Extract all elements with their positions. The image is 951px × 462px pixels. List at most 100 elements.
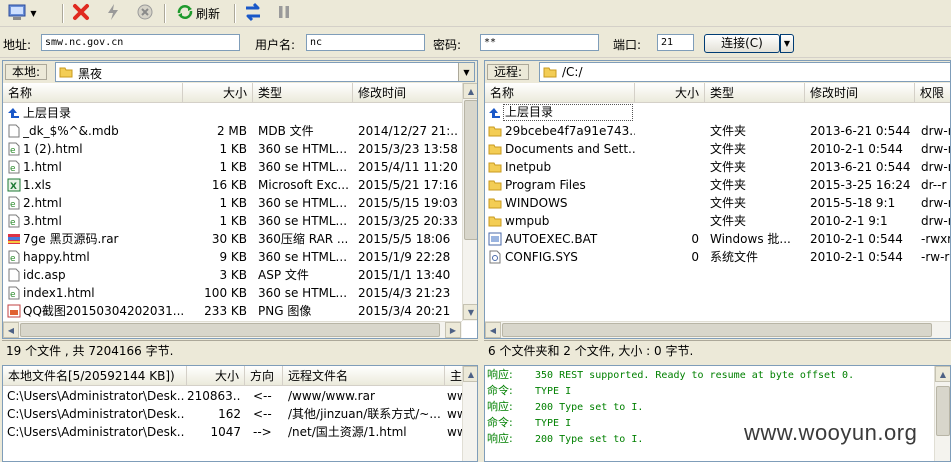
password-input[interactable]: ** <box>480 34 599 51</box>
remote-col-perm[interactable]: 权限 <box>915 83 950 103</box>
quick-connect-button[interactable] <box>102 3 124 24</box>
html-file-icon: e <box>7 250 21 264</box>
remote-path-combo[interactable]: /C:/ <box>539 62 950 82</box>
log-kind: 响应: <box>487 432 513 445</box>
port-input[interactable]: 21 <box>657 34 694 51</box>
table-row[interactable]: e index1.html 100 KB 360 se HTML... 2015/4/3… <box>3 284 462 302</box>
site-manager-button[interactable]: ▼ <box>4 3 40 24</box>
scroll-left-icon[interactable]: ◀ <box>3 322 19 338</box>
local-parent-dir-row[interactable]: 上层目录 <box>3 104 462 122</box>
chevron-down-icon: ▼ <box>30 9 37 18</box>
scroll-up-icon[interactable]: ▲ <box>463 366 477 382</box>
table-row[interactable]: C:\Users\Administrator\Desk... 162 <-- /其他/… <box>3 405 462 423</box>
refresh-button[interactable]: 刷新 <box>172 3 224 24</box>
scroll-thumb[interactable] <box>936 386 950 436</box>
address-input[interactable]: smw.nc.gov.cn <box>41 34 240 51</box>
file-name: 7ge 黑页源码.rar <box>23 232 119 246</box>
file-name: _dk_$%^&.mdb <box>23 124 119 138</box>
bat-file-icon <box>488 232 502 246</box>
file-size <box>635 176 699 194</box>
remote-col-size[interactable]: 大小 <box>635 83 705 103</box>
scroll-left-icon[interactable]: ◀ <box>485 322 501 338</box>
connect-dropdown-button[interactable]: ▼ <box>780 34 794 53</box>
local-col-name[interactable]: 名称 <box>3 83 183 103</box>
table-row[interactable]: C:\Users\Administrator\Desk... 1047 --> /ne… <box>3 423 462 441</box>
html-file-icon: e <box>7 160 21 174</box>
table-row[interactable]: QQ截图20150304202031... 233 KB PNG 图像 2015/3/… <box>3 302 462 320</box>
queue-vscrollbar[interactable]: ▲ <box>462 366 477 461</box>
local-vscrollbar[interactable]: ▲ ▼ <box>462 83 477 321</box>
file-type: 360 se HTML... <box>258 196 348 210</box>
file-size: 2 MB <box>216 124 247 138</box>
table-row[interactable]: Inetpub 文件夹 2013-6-21 0:544 drw-r <box>485 158 950 176</box>
local-col-type[interactable]: 类型 <box>253 83 353 103</box>
table-row[interactable]: 29bcebe4f7a91e743... 文件夹 2013-6-21 0:544 dr… <box>485 122 951 140</box>
local-hscrollbar[interactable]: ◀ ▶ <box>3 321 462 338</box>
table-row[interactable]: CONFIG.SYS 0 系统文件 2010-2-1 0:544 -rw-r <box>485 248 950 266</box>
table-row[interactable]: AUTOEXEC.BAT 0 Windows 批... 2010-2-1 0:544 -… <box>485 230 950 248</box>
table-row[interactable]: e happy.html 9 KB 360 se HTML... 2015/1/9 22… <box>3 248 462 266</box>
scroll-up-icon[interactable]: ▲ <box>463 83 477 99</box>
scroll-right-icon[interactable]: ▶ <box>445 322 461 338</box>
disconnect-button[interactable] <box>70 3 92 24</box>
log-kind: 响应: <box>487 368 513 381</box>
queue-col-local[interactable]: 本地文件名[5/20592144 KB]) <box>3 366 187 386</box>
cancel-button[interactable] <box>134 3 156 24</box>
table-row[interactable]: 7ge 黑页源码.rar 30 KB 360压缩 RAR ... 2015/5/5 1… <box>3 230 462 248</box>
transfer-button[interactable] <box>241 2 265 24</box>
table-row[interactable]: _dk_$%^&.mdb 2 MB MDB 文件 2014/12/27 21:.. <box>3 122 462 140</box>
remote-panel: 远程: /C:/ 名称 大小 类型 修改时间 权限 上层目录 29bcebe4f7… <box>484 60 951 339</box>
file-mtime: 2015/5/5 18:06 <box>358 232 451 246</box>
user-input[interactable]: nc <box>306 34 425 51</box>
file-size: 1 KB <box>219 214 247 228</box>
log-message: 350 REST supported. Ready to resume at b… <box>535 370 855 381</box>
log-line: 命令: TYPE I <box>487 383 932 399</box>
queue-col-remote[interactable]: 远程文件名 <box>283 366 445 386</box>
queue-col-extra[interactable]: 主 <box>445 366 463 386</box>
table-row[interactable]: C:\Users\Administrator\Desk... 210863... <… <box>3 387 462 405</box>
table-row[interactable]: e 1 (2).html 1 KB 360 se HTML... 2015/3/23 1… <box>3 140 462 158</box>
table-row[interactable]: X 1.xls 16 KB Microsoft Exc... 2015/5/21 17:… <box>3 176 462 194</box>
scroll-thumb[interactable] <box>502 323 932 337</box>
svg-text:e: e <box>10 146 16 156</box>
pause-icon <box>276 4 292 23</box>
table-row[interactable]: WINDOWS 文件夹 2015-5-18 9:1 drw-r <box>485 194 950 212</box>
pause-button[interactable] <box>273 3 295 24</box>
file-mtime: 2013-6-21 0:544 <box>810 124 911 138</box>
local-path-combo[interactable]: 黑夜 ▼ <box>55 62 475 82</box>
log-vscrollbar[interactable]: ▲ <box>934 366 950 461</box>
scroll-down-icon[interactable]: ▼ <box>463 304 477 320</box>
sys-file-icon <box>488 250 502 264</box>
queue-size: 210863... <box>187 389 241 403</box>
file-size <box>635 212 699 230</box>
local-col-mtime[interactable]: 修改时间 <box>353 83 463 103</box>
file-size <box>635 140 699 158</box>
table-row[interactable]: Documents and Sett... 文件夹 2010-2-1 0:544 dr… <box>485 140 950 158</box>
remote-hscrollbar[interactable]: ◀ <box>485 321 950 338</box>
table-row[interactable]: wmpub 文件夹 2010-2-1 9:1 drw-r <box>485 212 950 230</box>
remote-col-type[interactable]: 类型 <box>705 83 805 103</box>
file-perm: drw-r <box>921 124 951 138</box>
folder-icon <box>488 214 502 228</box>
queue-col-dir[interactable]: 方向 <box>245 366 283 386</box>
table-row[interactable]: e 2.html 1 KB 360 se HTML... 2015/5/15 19:03 <box>3 194 462 212</box>
table-row[interactable]: e 1.html 1 KB 360 se HTML... 2015/4/11 11:20 <box>3 158 462 176</box>
local-col-size[interactable]: 大小 <box>183 83 253 103</box>
table-row[interactable]: idc.asp 3 KB ASP 文件 2015/1/1 13:40 <box>3 266 462 284</box>
scroll-thumb[interactable] <box>464 100 477 240</box>
chevron-down-icon[interactable]: ▼ <box>458 63 474 81</box>
file-size: 3 KB <box>219 268 247 282</box>
remote-parent-dir-row[interactable]: 上层目录 <box>485 104 950 122</box>
table-row[interactable]: Program Files 文件夹 2015-3-25 16:24 dr--r <box>485 176 950 194</box>
file-name: 上层目录 <box>23 106 72 120</box>
file-mtime: 2010-2-1 0:544 <box>810 142 903 156</box>
scroll-up-icon[interactable]: ▲ <box>935 366 950 382</box>
scroll-thumb[interactable] <box>20 323 440 337</box>
table-row[interactable]: e 3.html 1 KB 360 se HTML... 2015/3/25 20:33 <box>3 212 462 230</box>
queue-col-size[interactable]: 大小 <box>187 366 245 386</box>
svg-text:e: e <box>10 290 16 300</box>
file-size: 0 <box>691 232 699 246</box>
remote-col-name[interactable]: 名称 <box>485 83 635 103</box>
connect-button[interactable]: 连接(C) <box>704 34 780 53</box>
remote-col-mtime[interactable]: 修改时间 <box>805 83 915 103</box>
